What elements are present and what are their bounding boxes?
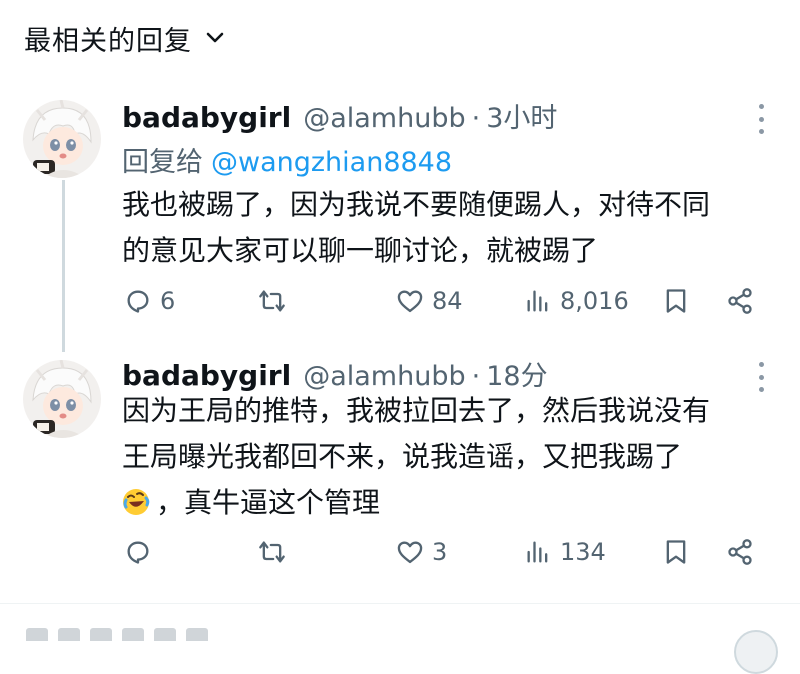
views-icon: [524, 538, 552, 566]
section-divider: [0, 603, 800, 604]
avatar[interactable]: [23, 100, 101, 178]
replying-to-label: 回复给: [122, 147, 203, 178]
next-section-peek: [26, 628, 208, 641]
like-icon: [396, 287, 424, 315]
post-text-line: 王局曝光我都回不来，说我造谣，又把我踢了: [122, 440, 683, 473]
like-icon: [396, 538, 424, 566]
post-actions: 3 134: [124, 534, 764, 570]
post-text-line-with-emoji: ，真牛逼这个管理: [122, 480, 782, 526]
views-icon: [524, 287, 552, 315]
separator: ·: [471, 103, 481, 134]
user-handle[interactable]: @alamhubb: [303, 103, 465, 134]
reply-button[interactable]: 6: [124, 283, 175, 319]
reply-count: 6: [160, 287, 176, 315]
reply-icon: [124, 287, 152, 315]
chevron-down-icon: [206, 32, 224, 43]
bookmark-icon: [662, 287, 690, 315]
thread-connector-line: [62, 180, 65, 352]
partial-avatar: [734, 630, 778, 674]
post-text-line: 的意见大家可以聊一聊讨论，就被踢了: [122, 234, 599, 267]
post-time[interactable]: 3小时: [486, 96, 557, 135]
share-button[interactable]: [726, 534, 754, 570]
share-icon: [726, 287, 754, 315]
post-text: 我也被踢了，因为我说不要随便踢人，对待不同 的意见大家可以聊一聊讨论，就被踢了: [122, 182, 782, 274]
post-header: badabygirl @alamhubb · 3小时: [122, 96, 557, 135]
views-button[interactable]: 134: [524, 534, 606, 570]
avatar[interactable]: [23, 360, 101, 438]
bookmark-button[interactable]: [662, 534, 690, 570]
reply-button[interactable]: [124, 534, 160, 570]
like-count: 3: [432, 538, 448, 566]
share-button[interactable]: [726, 283, 754, 319]
views-count: 134: [560, 538, 606, 566]
post-text-line: 我也被踢了，因为我说不要随便踢人，对待不同: [122, 188, 711, 221]
post-text: 因为王局的推特，我被拉回去了，然后我说没有 王局曝光我都回不来，说我造谣，又把我…: [122, 388, 782, 526]
repost-button[interactable]: [258, 283, 294, 319]
reply-icon: [124, 538, 152, 566]
like-button[interactable]: 3: [396, 534, 447, 570]
sort-label: 最相关的回复: [24, 25, 192, 57]
like-button[interactable]: 84: [396, 283, 463, 319]
repost-icon: [258, 287, 286, 315]
views-count: 8,016: [560, 287, 629, 315]
sort-replies-dropdown[interactable]: 最相关的回复: [24, 18, 224, 58]
replying-to: 回复给 @wangzhian8848: [122, 140, 452, 179]
views-button[interactable]: 8,016: [524, 283, 629, 319]
mention-link[interactable]: @wangzhian8848: [211, 147, 452, 178]
post-text-line: 因为王局的推特，我被拉回去了，然后我说没有: [122, 394, 711, 427]
bookmark-icon: [662, 538, 690, 566]
like-count: 84: [432, 287, 463, 315]
share-icon: [726, 538, 754, 566]
post-actions: 6 84 8,016: [124, 283, 764, 319]
bookmark-button[interactable]: [662, 283, 690, 319]
post-text-line: ，真牛逼这个管理: [156, 486, 381, 519]
rolling-laughing-emoji: [123, 489, 150, 515]
more-options-icon[interactable]: [754, 104, 768, 134]
repost-icon: [258, 538, 286, 566]
repost-button[interactable]: [258, 534, 294, 570]
display-name[interactable]: badabygirl: [122, 101, 291, 134]
